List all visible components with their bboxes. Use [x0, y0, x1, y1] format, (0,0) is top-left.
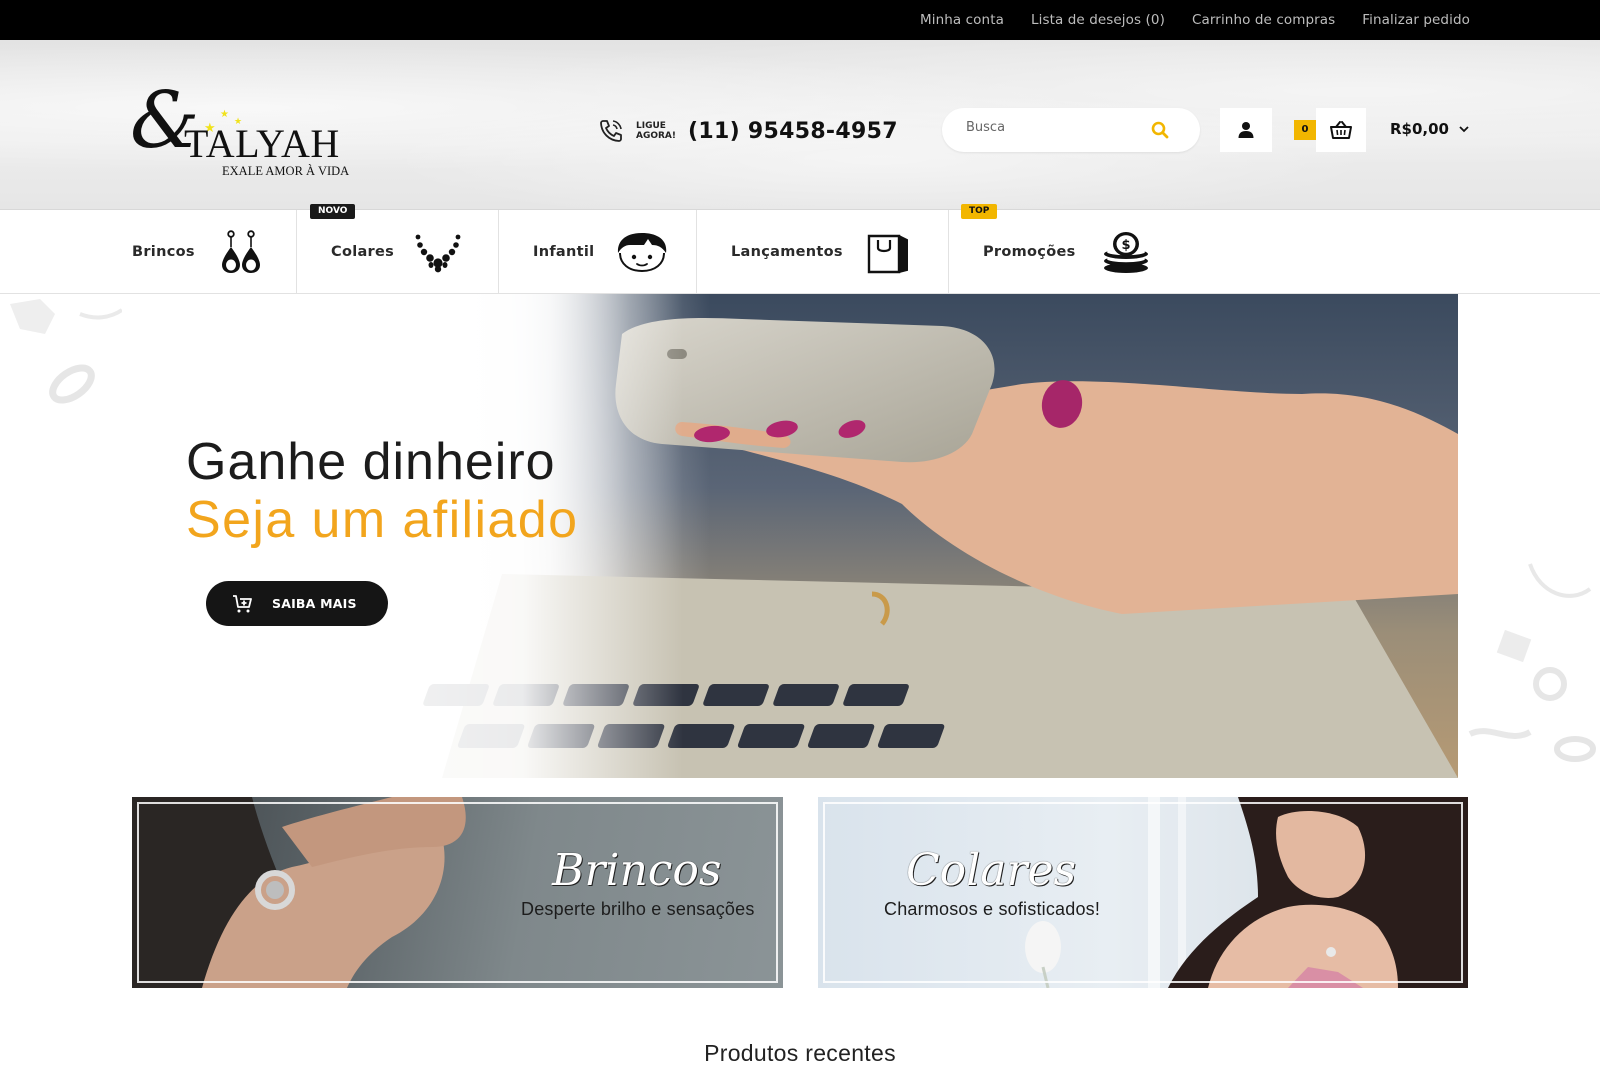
- my-account-link[interactable]: Minha conta: [920, 12, 1004, 28]
- checkout-link[interactable]: Finalizar pedido: [1362, 12, 1470, 28]
- star-icon: ★: [220, 109, 229, 120]
- decorative-jewelry-pattern: [10, 299, 124, 404]
- wishlist-link[interactable]: Lista de desejos (0): [1031, 12, 1165, 28]
- phone-icon: [600, 120, 622, 142]
- necklaces-promo-banner[interactable]: Colares Charmosos e sofisticados!: [818, 797, 1468, 988]
- earrings-promo-banner[interactable]: Brincos Desperte brilho e sensações: [132, 797, 783, 988]
- category-lancamentos[interactable]: Lançamentos: [697, 210, 949, 294]
- shopping-cart-link[interactable]: Carrinho de compras: [1192, 12, 1335, 28]
- top-badge: TOP: [961, 204, 998, 219]
- account-links: Minha conta Lista de desejos (0) Carrinh…: [920, 0, 1470, 40]
- shopping-bag-icon: [867, 234, 908, 274]
- phone-contact: LIGUE AGORA! (11) 95458-4957: [596, 116, 898, 146]
- banner-title: Brincos: [552, 845, 722, 896]
- search-icon[interactable]: [1150, 120, 1170, 140]
- call-now-label: LIGUE AGORA!: [636, 121, 676, 141]
- search-input[interactable]: [966, 120, 1146, 135]
- svg-text:$: $: [1121, 238, 1130, 253]
- category-promocoes[interactable]: TOP Promoções $: [949, 204, 1169, 294]
- site-header: & ★ ★ ★ TALYAH EXALE AMOR À VIDA LIGUE A…: [0, 40, 1600, 210]
- cart-total-dropdown[interactable]: R$0,00: [1390, 120, 1469, 138]
- banner-title: Colares: [906, 845, 1077, 896]
- hero-banner[interactable]: Ganhe dinheiro Seja um afiliado SAIBA MA…: [0, 294, 1600, 778]
- category-brincos[interactable]: Brincos: [0, 210, 297, 294]
- logo-tagline: EXALE AMOR À VIDA: [222, 164, 350, 178]
- cart-add-icon: [233, 594, 252, 612]
- earrings-icon: [221, 230, 260, 273]
- category-colares[interactable]: NOVO Colares: [297, 204, 499, 294]
- user-icon: [1238, 122, 1254, 138]
- cart-count-badge: 0: [1294, 120, 1316, 140]
- account-button[interactable]: [1220, 108, 1272, 152]
- banner-subtitle: Charmosos e sofisticados!: [884, 899, 1101, 919]
- recent-products-heading: Produtos recentes: [704, 1040, 896, 1066]
- learn-more-button[interactable]: SAIBA MAIS: [206, 581, 388, 626]
- site-logo[interactable]: & ★ ★ ★ TALYAH EXALE AMOR À VIDA: [130, 80, 370, 180]
- cart-button[interactable]: [1316, 108, 1366, 152]
- logo-name: TALYAH: [184, 121, 340, 166]
- category-infantil[interactable]: Infantil: [499, 210, 697, 294]
- new-badge: NOVO: [310, 204, 356, 219]
- category-label: Lançamentos: [731, 244, 843, 260]
- chevron-down-icon: [1459, 125, 1469, 132]
- cart-widget[interactable]: 0: [1294, 108, 1366, 152]
- cart-total-value: R$0,00: [1390, 120, 1449, 138]
- category-label: Promoções: [983, 244, 1076, 260]
- coins-icon: $: [1103, 232, 1148, 273]
- search-box: [942, 108, 1200, 152]
- learn-more-label: SAIBA MAIS: [272, 596, 357, 611]
- phone-number[interactable]: (11) 95458-4957: [688, 119, 898, 144]
- hero-subtitle: Seja um afiliado: [186, 491, 579, 549]
- basket-icon: [1330, 121, 1352, 139]
- category-label: Colares: [331, 244, 395, 260]
- category-label: Brincos: [132, 244, 195, 260]
- necklace-icon: [415, 234, 461, 273]
- call-now-line2: AGORA!: [636, 131, 677, 141]
- category-label: Infantil: [533, 244, 595, 260]
- call-now-line1: LIGUE: [636, 121, 666, 131]
- banner-subtitle: Desperte brilho e sensações: [521, 899, 755, 919]
- child-face-icon: [618, 233, 667, 273]
- category-nav: Brincos NOVO Colares Infantil Lançamento…: [0, 204, 1600, 294]
- hero-title: Ganhe dinheiro: [186, 433, 556, 491]
- top-bar: Minha conta Lista de desejos (0) Carrinh…: [0, 0, 1600, 40]
